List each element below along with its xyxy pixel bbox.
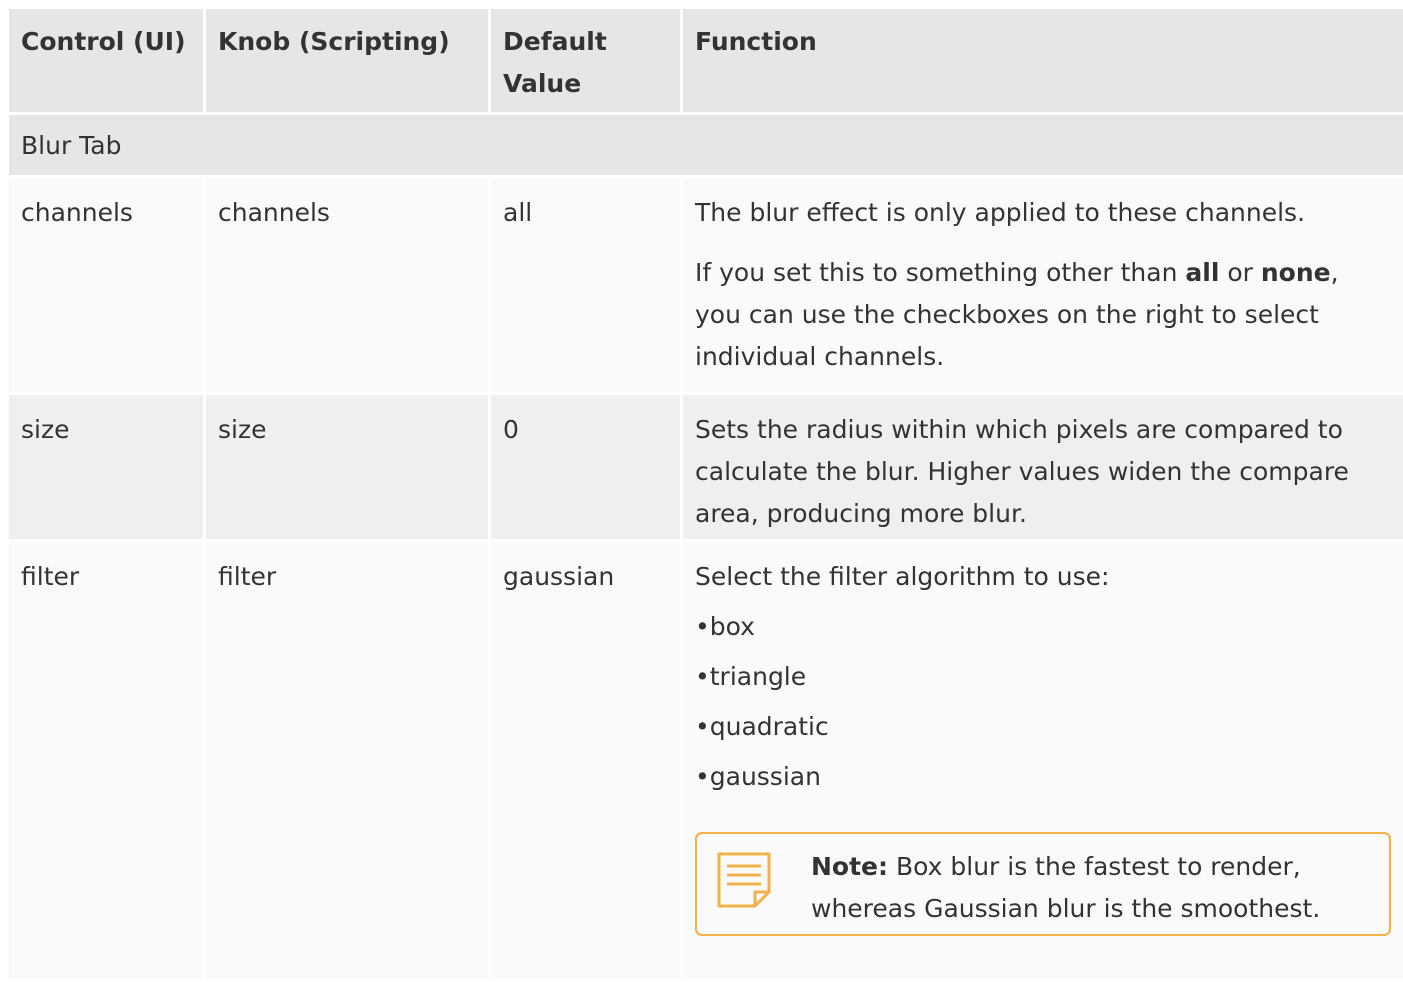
list-item: box xyxy=(695,606,1391,648)
header-knob: Knob (Scripting) xyxy=(206,9,491,115)
note-icon xyxy=(715,850,773,910)
note-text: Note: Box blur is the fastest to render,… xyxy=(811,846,1371,930)
control-cell: filter xyxy=(9,542,206,982)
header-row: Control (UI) Knob (Scripting) Default Va… xyxy=(9,9,1403,115)
function-text-part: or xyxy=(1219,258,1261,287)
note-callout: Note: Box blur is the fastest to render,… xyxy=(695,832,1391,936)
header-default: Default Value xyxy=(491,9,683,115)
table-row: size size 0 Sets the radius within which… xyxy=(9,395,1403,542)
knob-cell: size xyxy=(206,395,491,542)
note-label: Note: xyxy=(811,852,889,881)
function-text: The blur effect is only applied to these… xyxy=(695,198,1306,227)
knob-cell: channels xyxy=(206,178,491,395)
list-item: triangle xyxy=(695,656,1391,698)
note-body: Box blur is the fastest to render, where… xyxy=(811,852,1321,923)
filter-options-list: box triangle quadratic gaussian xyxy=(695,606,1391,798)
table-row: filter filter gaussian Select the filter… xyxy=(9,542,1403,982)
function-cell: The blur effect is only applied to these… xyxy=(683,178,1403,395)
control-cell: channels xyxy=(9,178,206,395)
section-row: Blur Tab xyxy=(9,115,1403,178)
section-title: Blur Tab xyxy=(9,115,1403,178)
knob-cell: filter xyxy=(206,542,491,982)
default-cell: 0 xyxy=(491,395,683,542)
function-bold-term: none xyxy=(1260,258,1331,287)
function-text: Select the filter algorithm to use: xyxy=(695,562,1110,591)
function-cell: Sets the radius within which pixels are … xyxy=(683,395,1403,542)
function-cell: Select the filter algorithm to use: box … xyxy=(683,542,1403,982)
default-cell: gaussian xyxy=(491,542,683,982)
list-item: gaussian xyxy=(695,756,1391,798)
function-bold-term: all xyxy=(1185,258,1220,287)
parameters-table: Control (UI) Knob (Scripting) Default Va… xyxy=(9,9,1403,982)
control-cell: size xyxy=(9,395,206,542)
function-text: If you set this to something other than … xyxy=(695,252,1391,378)
header-control: Control (UI) xyxy=(9,9,206,115)
function-text: Sets the radius within which pixels are … xyxy=(695,415,1349,528)
function-text-part: If you set this to something other than xyxy=(695,258,1186,287)
table-row: channels channels all The blur effect is… xyxy=(9,178,1403,395)
list-item: quadratic xyxy=(695,706,1391,748)
default-cell: all xyxy=(491,178,683,395)
header-function: Function xyxy=(683,9,1403,115)
